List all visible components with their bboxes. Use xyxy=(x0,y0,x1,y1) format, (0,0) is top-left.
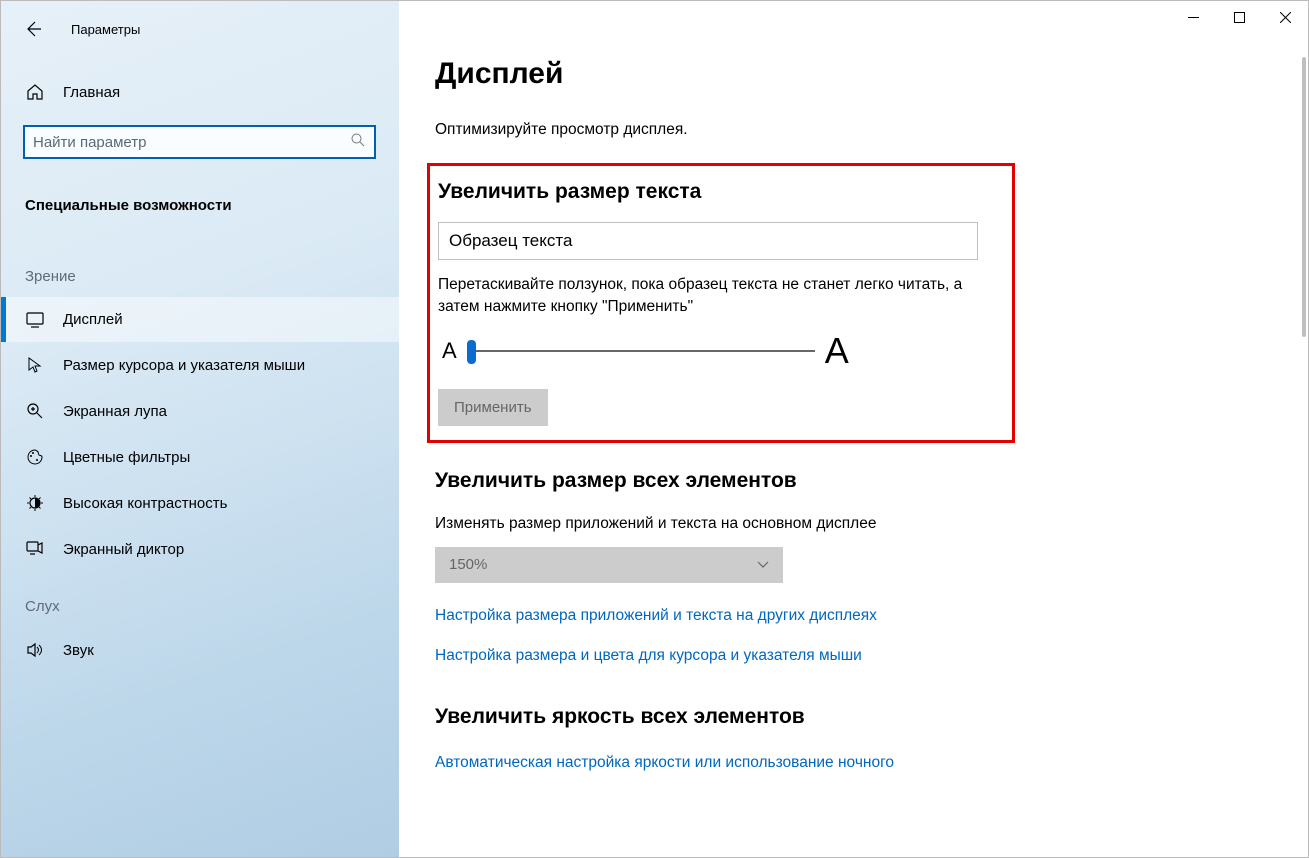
display-icon xyxy=(25,312,45,328)
apply-button: Применить xyxy=(438,389,548,426)
text-size-section-highlighted: Увеличить размер текста Образец текста П… xyxy=(427,163,1015,443)
group-vision-label: Зрение xyxy=(1,242,399,297)
sample-text-box: Образец текста xyxy=(438,222,978,260)
search-container xyxy=(1,117,399,179)
text-size-slider[interactable] xyxy=(467,350,815,352)
narrator-icon xyxy=(25,540,45,558)
contrast-icon xyxy=(25,494,45,512)
cursor-icon xyxy=(25,356,45,374)
text-size-instruction: Перетаскивайте ползунок, пока образец те… xyxy=(438,274,978,319)
scale-description: Изменять размер приложений и текста на о… xyxy=(435,515,1264,533)
palette-icon xyxy=(25,448,45,466)
text-size-slider-row: A A xyxy=(442,333,996,369)
app-title: Параметры xyxy=(71,22,140,37)
nav-audio[interactable]: Звук xyxy=(1,627,399,673)
settings-window: Параметры Главная Специальные возможност… xyxy=(0,0,1309,858)
category-title: Специальные возможности xyxy=(1,179,399,242)
audio-icon xyxy=(25,641,45,659)
home-label: Главная xyxy=(63,84,120,101)
scale-heading: Увеличить размер всех элементов xyxy=(435,469,1264,493)
nav-colorfilters-label: Цветные фильтры xyxy=(63,449,190,466)
scale-value: 150% xyxy=(449,556,487,573)
nav-audio-label: Звук xyxy=(63,642,94,659)
main-content: Дисплей Оптимизируйте просмотр дисплея. … xyxy=(399,1,1308,857)
nav-display[interactable]: Дисплей xyxy=(1,297,399,342)
slider-min-label: A xyxy=(442,338,457,364)
search-field[interactable] xyxy=(33,134,350,151)
page-title: Дисплей xyxy=(435,57,1264,91)
nav-display-label: Дисплей xyxy=(63,311,123,328)
nav-narrator[interactable]: Экранный диктор xyxy=(1,526,399,572)
link-other-displays[interactable]: Настройка размера приложений и текста на… xyxy=(435,607,1264,625)
nav-cursor-label: Размер курсора и указателя мыши xyxy=(63,357,305,374)
text-size-heading: Увеличить размер текста xyxy=(438,180,1002,204)
magnifier-icon xyxy=(25,402,45,420)
back-button[interactable] xyxy=(19,15,47,43)
nav-highcontrast[interactable]: Высокая контрастность xyxy=(1,480,399,526)
nav-cursor[interactable]: Размер курсора и указателя мыши xyxy=(1,342,399,388)
slider-thumb[interactable] xyxy=(467,340,476,364)
link-brightness[interactable]: Автоматическая настройка яркости или исп… xyxy=(435,754,894,771)
nav-colorfilters[interactable]: Цветные фильтры xyxy=(1,434,399,480)
search-icon xyxy=(350,132,366,153)
group-hearing-label: Слух xyxy=(1,572,399,627)
home-nav[interactable]: Главная xyxy=(1,53,399,117)
scrollbar[interactable] xyxy=(1302,57,1306,337)
nav-magnifier[interactable]: Экранная лупа xyxy=(1,388,399,434)
search-input[interactable] xyxy=(23,125,376,159)
nav-highcontrast-label: Высокая контрастность xyxy=(63,495,227,512)
link-cursor-settings[interactable]: Настройка размера и цвета для курсора и … xyxy=(435,647,1264,665)
home-icon xyxy=(25,83,45,101)
page-subtitle: Оптимизируйте просмотр дисплея. xyxy=(435,121,1264,139)
nav-narrator-label: Экранный диктор xyxy=(63,541,184,558)
sidebar: Параметры Главная Специальные возможност… xyxy=(1,1,399,857)
nav-magnifier-label: Экранная лупа xyxy=(63,403,167,420)
titlebar: Параметры xyxy=(1,9,399,53)
scale-dropdown[interactable]: 150% xyxy=(435,547,783,583)
chevron-down-icon xyxy=(757,556,769,573)
slider-max-label: A xyxy=(825,333,849,369)
brightness-heading: Увеличить яркость всех элементов xyxy=(435,705,1264,729)
